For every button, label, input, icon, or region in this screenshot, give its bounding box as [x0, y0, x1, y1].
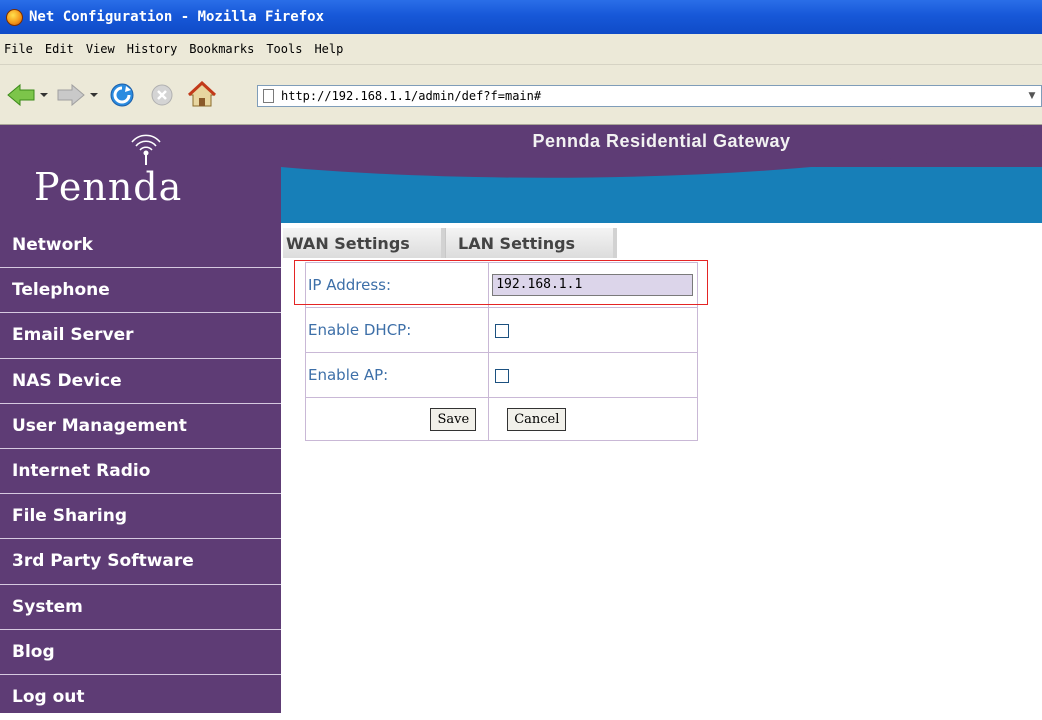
back-button[interactable]: [4, 81, 50, 109]
menu-help[interactable]: Help: [314, 42, 343, 56]
menu-bookmarks[interactable]: Bookmarks: [189, 42, 254, 56]
tab-wan-settings[interactable]: WAN Settings: [283, 228, 445, 258]
sidebar-item-email-server[interactable]: Email Server: [0, 313, 281, 359]
enable-ap-label: Enable AP:: [304, 352, 490, 398]
sidebar-item-internet-radio[interactable]: Internet Radio: [0, 449, 281, 495]
cancel-button[interactable]: Cancel: [507, 407, 567, 431]
save-cell: Save: [304, 397, 490, 441]
enable-ap-row: Enable AP:: [304, 352, 698, 398]
address-bar[interactable]: http://192.168.1.1/admin/def?f=main# ▼: [257, 85, 1042, 107]
url-text[interactable]: http://192.168.1.1/admin/def?f=main#: [281, 89, 1025, 103]
forward-button[interactable]: [52, 81, 98, 109]
menu-file[interactable]: File: [4, 42, 33, 56]
home-icon: [187, 81, 217, 107]
back-icon: [7, 83, 48, 107]
stop-icon: [151, 84, 173, 106]
menu-tools[interactable]: Tools: [266, 42, 302, 56]
ip-address-row: IP Address: 192.168.1.1: [304, 262, 698, 308]
enable-ap-checkbox[interactable]: [495, 368, 510, 383]
menu-bar: File Edit View History Bookmarks Tools H…: [0, 34, 1042, 65]
wireless-signal-icon: [131, 134, 161, 165]
sidebar-item-system[interactable]: System: [0, 585, 281, 630]
logo: Pennda: [34, 165, 183, 209]
ip-address-input[interactable]: 192.168.1.1: [492, 274, 694, 296]
sidebar-item-user-management[interactable]: User Management: [0, 404, 281, 449]
sidebar-item-nas-device[interactable]: NAS Device: [0, 359, 281, 404]
reload-button[interactable]: [104, 81, 140, 109]
menu-view[interactable]: View: [86, 42, 115, 56]
enable-dhcp-row: Enable DHCP:: [304, 307, 698, 353]
ip-address-cell: 192.168.1.1: [488, 262, 698, 308]
home-button[interactable]: [184, 81, 220, 109]
window-title-bar: Net Configuration - Mozilla Firefox: [0, 0, 1042, 34]
settings-tabs: WAN Settings LAN Settings: [283, 228, 617, 258]
tab-lan-settings[interactable]: LAN Settings: [445, 228, 617, 258]
sidebar-item-log-out[interactable]: Log out: [0, 675, 281, 720]
form-buttons-row: Save Cancel: [304, 397, 698, 441]
enable-ap-cell: [488, 352, 698, 398]
enable-dhcp-label: Enable DHCP:: [304, 307, 490, 353]
reload-icon: [110, 83, 134, 107]
sidebar-item-telephone[interactable]: Telephone: [0, 268, 281, 314]
forward-icon: [57, 83, 98, 107]
menu-history[interactable]: History: [127, 42, 178, 56]
page-header: Pennda Residential Gateway: [281, 125, 1042, 223]
enable-dhcp-checkbox[interactable]: [495, 323, 510, 338]
sidebar-item-blog[interactable]: Blog: [0, 630, 281, 675]
window-title: Net Configuration - Mozilla Firefox: [29, 9, 325, 25]
logo-area: Pennda: [0, 125, 281, 223]
stop-button[interactable]: [145, 81, 179, 109]
navigation-toolbar: http://192.168.1.1/admin/def?f=main# ▼: [0, 65, 1042, 125]
url-dropdown-icon[interactable]: ▼: [1025, 86, 1039, 106]
ip-address-label: IP Address:: [304, 262, 490, 308]
firefox-icon: [6, 8, 23, 26]
sidebar-item-3rd-party-software[interactable]: 3rd Party Software: [0, 539, 281, 585]
enable-dhcp-cell: [488, 307, 698, 353]
sidebar-item-network[interactable]: Network: [0, 223, 281, 269]
sidebar: Network Telephone Email Server NAS Devic…: [0, 223, 281, 713]
save-button[interactable]: Save: [430, 407, 477, 431]
lan-settings-form: IP Address: 192.168.1.1 Enable DHCP: Ena…: [304, 262, 698, 441]
cancel-cell: Cancel: [488, 397, 698, 441]
sidebar-item-file-sharing[interactable]: File Sharing: [0, 494, 281, 540]
page-title: Pennda Residential Gateway: [532, 131, 791, 151]
menu-edit[interactable]: Edit: [45, 42, 74, 56]
page-icon: [263, 89, 274, 103]
